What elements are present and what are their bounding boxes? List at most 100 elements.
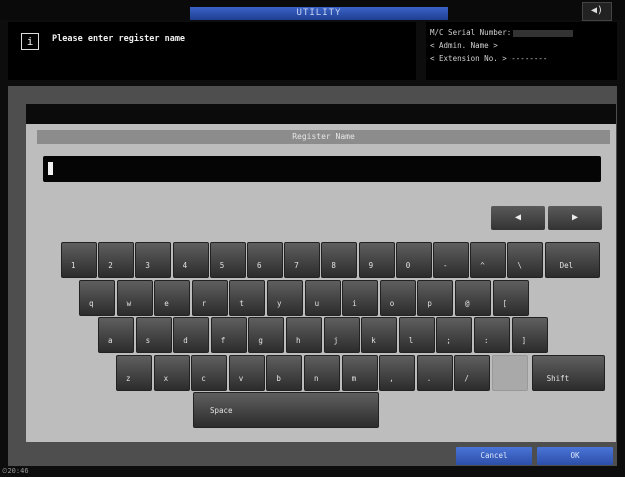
key-label: @ <box>465 299 470 308</box>
key-8[interactable]: 8 <box>321 242 358 278</box>
key-label: . <box>426 374 432 383</box>
key-w[interactable]: w <box>116 280 153 316</box>
clock: ⏲20:46 <box>2 467 29 475</box>
delete-key[interactable]: Del <box>544 242 600 278</box>
key-label: t <box>239 299 244 308</box>
key-m[interactable]: m <box>341 355 378 391</box>
key-label: c <box>201 374 206 383</box>
key-z[interactable]: z <box>116 355 152 391</box>
key-9[interactable]: 9 <box>358 242 395 278</box>
key-label: ] <box>521 336 527 345</box>
key-t[interactable]: t <box>229 280 266 316</box>
key-l[interactable]: l <box>398 317 435 353</box>
key-label: e <box>164 299 169 308</box>
key-symbol[interactable]: . <box>416 355 453 391</box>
key-label: ^ <box>480 261 485 270</box>
key-k[interactable]: k <box>361 317 398 353</box>
admin-name-label: < Admin. Name > <box>430 41 498 50</box>
key-u[interactable]: u <box>304 280 341 316</box>
key-4[interactable]: 4 <box>172 242 209 278</box>
key-d[interactable]: d <box>173 317 210 353</box>
cursor-right-button[interactable]: ▶ <box>548 206 602 230</box>
key-symbol[interactable]: [ <box>492 280 529 316</box>
key-label: - <box>443 261 448 270</box>
key-s[interactable]: s <box>135 317 172 353</box>
key-label: k <box>371 336 376 345</box>
space-key[interactable]: Space <box>193 392 379 428</box>
key-g[interactable]: g <box>248 317 285 353</box>
speaker-icon[interactable]: ◀) <box>582 2 612 21</box>
dialog-header <box>26 104 616 124</box>
key-symbol[interactable]: / <box>454 355 491 391</box>
key-b[interactable]: b <box>266 355 303 391</box>
key-label: : <box>484 336 489 345</box>
key-o[interactable]: o <box>379 280 416 316</box>
key-label: 0 <box>405 261 411 270</box>
key-label: 6 <box>257 261 262 270</box>
key-v[interactable]: v <box>228 355 265 391</box>
key-j[interactable]: j <box>323 317 360 353</box>
key-n[interactable]: n <box>304 355 340 391</box>
key-label: p <box>427 299 432 308</box>
shift-key[interactable]: Shift <box>531 355 605 391</box>
key-symbol[interactable]: \ <box>507 242 544 278</box>
key-label: , <box>389 374 394 383</box>
cancel-button[interactable]: Cancel <box>456 447 532 465</box>
key-symbol[interactable]: - <box>433 242 469 278</box>
key-c[interactable]: c <box>191 355 228 391</box>
instruction-message: Please enter register name <box>52 34 186 44</box>
key-label: 7 <box>294 261 299 270</box>
key-label: 2 <box>108 261 113 270</box>
key-label: 4 <box>182 261 188 270</box>
key-label: 3 <box>145 261 150 270</box>
key-label: ; <box>446 336 451 345</box>
key-2[interactable]: 2 <box>98 242 135 278</box>
key-f[interactable]: f <box>210 317 247 353</box>
register-name-input[interactable] <box>43 156 601 182</box>
key-symbol[interactable]: ^ <box>470 242 507 278</box>
key-symbol[interactable]: ] <box>511 317 548 353</box>
key-0[interactable]: 0 <box>395 242 432 278</box>
ok-button[interactable]: OK <box>537 447 613 465</box>
key-label: m <box>351 374 357 383</box>
key-label: h <box>296 336 301 345</box>
key-a[interactable]: a <box>98 317 134 353</box>
key-symbol[interactable]: @ <box>455 280 491 316</box>
key-blank <box>492 355 528 391</box>
key-6[interactable]: 6 <box>247 242 283 278</box>
key-q[interactable]: q <box>79 280 115 316</box>
key-7[interactable]: 7 <box>284 242 321 278</box>
key-h[interactable]: h <box>286 317 322 353</box>
key-label: d <box>183 336 188 345</box>
key-p[interactable]: p <box>417 280 454 316</box>
extension-value: -------- <box>511 54 548 63</box>
message-area: i Please enter register name <box>8 22 416 80</box>
key-label: v <box>238 374 244 383</box>
text-cursor <box>48 162 53 175</box>
field-title: Register Name <box>37 130 610 144</box>
key-i[interactable]: i <box>342 280 379 316</box>
key-symbol[interactable]: , <box>379 355 416 391</box>
key-r[interactable]: r <box>191 280 228 316</box>
tab-utility[interactable]: UTILITY <box>190 7 448 20</box>
key-label: [ <box>502 299 508 308</box>
cursor-left-button[interactable]: ◀ <box>491 206 545 230</box>
key-1[interactable]: 1 <box>61 242 97 278</box>
key-y[interactable]: y <box>267 280 303 316</box>
key-label: j <box>333 336 339 345</box>
key-label: f <box>220 336 226 345</box>
key-label: i <box>352 299 357 308</box>
key-label: \ <box>517 261 522 270</box>
key-symbol[interactable]: : <box>474 317 510 353</box>
key-label: z <box>126 374 131 383</box>
key-3[interactable]: 3 <box>135 242 172 278</box>
right-arrow-icon: ▶ <box>571 212 579 223</box>
key-label: 5 <box>219 261 225 270</box>
key-x[interactable]: x <box>153 355 190 391</box>
key-label: Del <box>559 261 574 270</box>
key-5[interactable]: 5 <box>209 242 246 278</box>
key-label: / <box>464 374 469 383</box>
key-symbol[interactable]: ; <box>436 317 473 353</box>
key-label: Shift <box>546 374 570 383</box>
key-e[interactable]: e <box>154 280 191 316</box>
